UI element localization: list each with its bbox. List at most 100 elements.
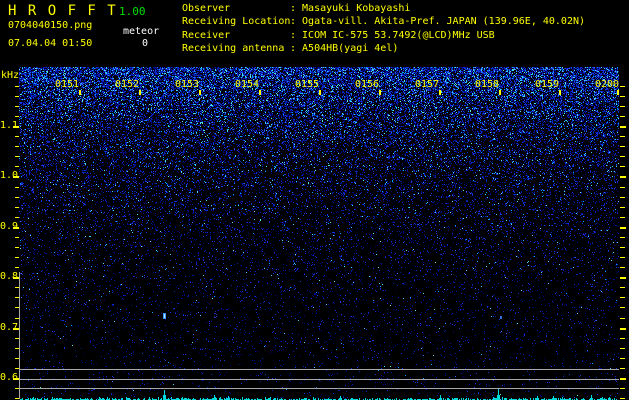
- freq-tick-left: [15, 166, 19, 167]
- freq-tick-left: [13, 227, 19, 229]
- freq-tick-left: [15, 156, 19, 157]
- info-label: Observer: [182, 3, 231, 14]
- time-tick-label: 0158: [475, 79, 500, 90]
- time-tick-label: 0200: [595, 79, 620, 90]
- freq-tick-label: 0.8: [0, 271, 19, 282]
- station-info-row: Receiving Location: Ogata-vill. Akita-Pr…: [182, 15, 585, 28]
- freq-tick-left: [15, 106, 19, 107]
- freq-tick-label: 1.0: [0, 170, 19, 181]
- freq-tick-right: [620, 257, 625, 258]
- freq-tick-right: [620, 287, 625, 288]
- freq-tick-left: [15, 297, 19, 298]
- station-info-block: Observer: Masayuki Kobayashi Receiving Lo…: [182, 2, 585, 56]
- station-info-row: Observer : Masayuki Kobayashi: [182, 2, 585, 15]
- info-value: : Ogata-vill. Akita-Pref. JAPAN (139.96E…: [290, 16, 586, 28]
- freq-tick-right: [620, 227, 626, 229]
- freq-tick-right: [620, 318, 625, 319]
- freq-tick-label: 1.1: [0, 120, 19, 131]
- freq-tick-left: [15, 338, 19, 339]
- info-label: Receiving Location: [182, 16, 291, 28]
- freq-tick-left: [15, 348, 19, 349]
- time-tick-label: 0156: [355, 79, 380, 90]
- freq-tick-right: [620, 106, 625, 107]
- freq-tick-left: [13, 378, 19, 380]
- time-tick-label: 0155: [295, 79, 320, 90]
- freq-tick-label: 0.6: [0, 372, 19, 383]
- freq-tick-right: [620, 368, 625, 369]
- freq-tick-left: [15, 358, 19, 359]
- freq-tick-left: [15, 307, 19, 308]
- freq-tick-left: [15, 237, 19, 238]
- meteor-label: meteor: [123, 26, 160, 37]
- freq-tick-right: [620, 146, 625, 147]
- freq-tick-right: [620, 96, 625, 97]
- freq-tick-left: [15, 197, 19, 198]
- freq-tick-right: [620, 338, 625, 339]
- hrofft-window: H R O F F T 1.00 0704040150.png meteor 0…: [0, 0, 629, 400]
- freq-tick-right: [620, 176, 626, 178]
- freq-tick-right: [620, 247, 625, 248]
- info-label: Receiving antenna: [182, 43, 285, 55]
- freq-unit-label: kHz: [1, 70, 20, 81]
- freq-tick-left: [15, 287, 19, 288]
- spectrogram-canvas: [19, 67, 619, 400]
- freq-tick-right: [620, 207, 625, 208]
- time-tick-label: 0152: [115, 79, 140, 90]
- freq-tick-right: [620, 277, 626, 279]
- freq-tick-left: [15, 187, 19, 188]
- station-info-row: Receiving antenna : A504HB(yagi 4el): [182, 42, 585, 55]
- freq-tick-right: [620, 197, 625, 198]
- freq-tick-right: [620, 116, 625, 117]
- time-tick-label: 0154: [235, 79, 260, 90]
- time-tick-label: 0153: [175, 79, 200, 90]
- station-info-row: Receiver: ICOM IC-575 53.7492(@LCD)MHz U…: [182, 29, 585, 42]
- freq-tick-right: [620, 237, 625, 238]
- freq-tick-right: [620, 86, 625, 87]
- freq-tick-right: [620, 328, 626, 330]
- app-version: 1.00: [119, 5, 146, 18]
- freq-tick-right: [620, 136, 625, 137]
- freq-tick-right: [620, 358, 625, 359]
- freq-tick-label: 0.7: [0, 322, 19, 333]
- freq-tick-left: [15, 96, 19, 97]
- freq-tick-left: [15, 116, 19, 117]
- info-label: Receiver: [182, 29, 231, 41]
- info-value: : A504HB(yagi 4el): [290, 43, 399, 55]
- freq-tick-left: [15, 217, 19, 218]
- freq-tick-left: [15, 146, 19, 147]
- freq-tick-right: [620, 217, 625, 218]
- freq-tick-right: [620, 378, 626, 380]
- freq-tick-left: [15, 247, 19, 248]
- freq-tick-left: [13, 126, 19, 128]
- freq-tick-right: [620, 267, 625, 268]
- freq-tick-right: [620, 388, 625, 389]
- freq-tick-left: [13, 176, 19, 178]
- freq-tick-right: [620, 398, 625, 399]
- freq-tick-label: 0.9: [0, 221, 19, 232]
- freq-tick-right: [620, 156, 625, 157]
- output-filename: 0704040150.png: [8, 20, 93, 31]
- freq-tick-left: [15, 257, 19, 258]
- time-tick-label: 0151: [55, 79, 80, 90]
- freq-tick-right: [620, 307, 625, 308]
- freq-tick-right: [620, 297, 625, 298]
- freq-tick-left: [15, 388, 19, 389]
- app-title: H R O F F T: [8, 3, 118, 19]
- info-value: : Masayuki Kobayashi: [290, 3, 411, 14]
- time-tick-label: 0159: [535, 79, 560, 90]
- freq-tick-right: [620, 187, 625, 188]
- freq-tick-left: [15, 207, 19, 208]
- time-tick-label: 0157: [415, 79, 440, 90]
- freq-tick-left: [15, 136, 19, 137]
- freq-tick-left: [13, 328, 19, 330]
- freq-tick-left: [15, 368, 19, 369]
- freq-tick-left: [15, 267, 19, 268]
- freq-tick-left: [15, 398, 19, 399]
- freq-tick-left: [13, 277, 19, 279]
- freq-tick-left: [15, 86, 19, 87]
- freq-tick-left: [15, 318, 19, 319]
- freq-tick-right: [620, 348, 625, 349]
- freq-tick-right: [620, 126, 626, 128]
- observation-datetime: 07.04.04 01:50: [8, 38, 93, 49]
- freq-tick-right: [620, 166, 625, 167]
